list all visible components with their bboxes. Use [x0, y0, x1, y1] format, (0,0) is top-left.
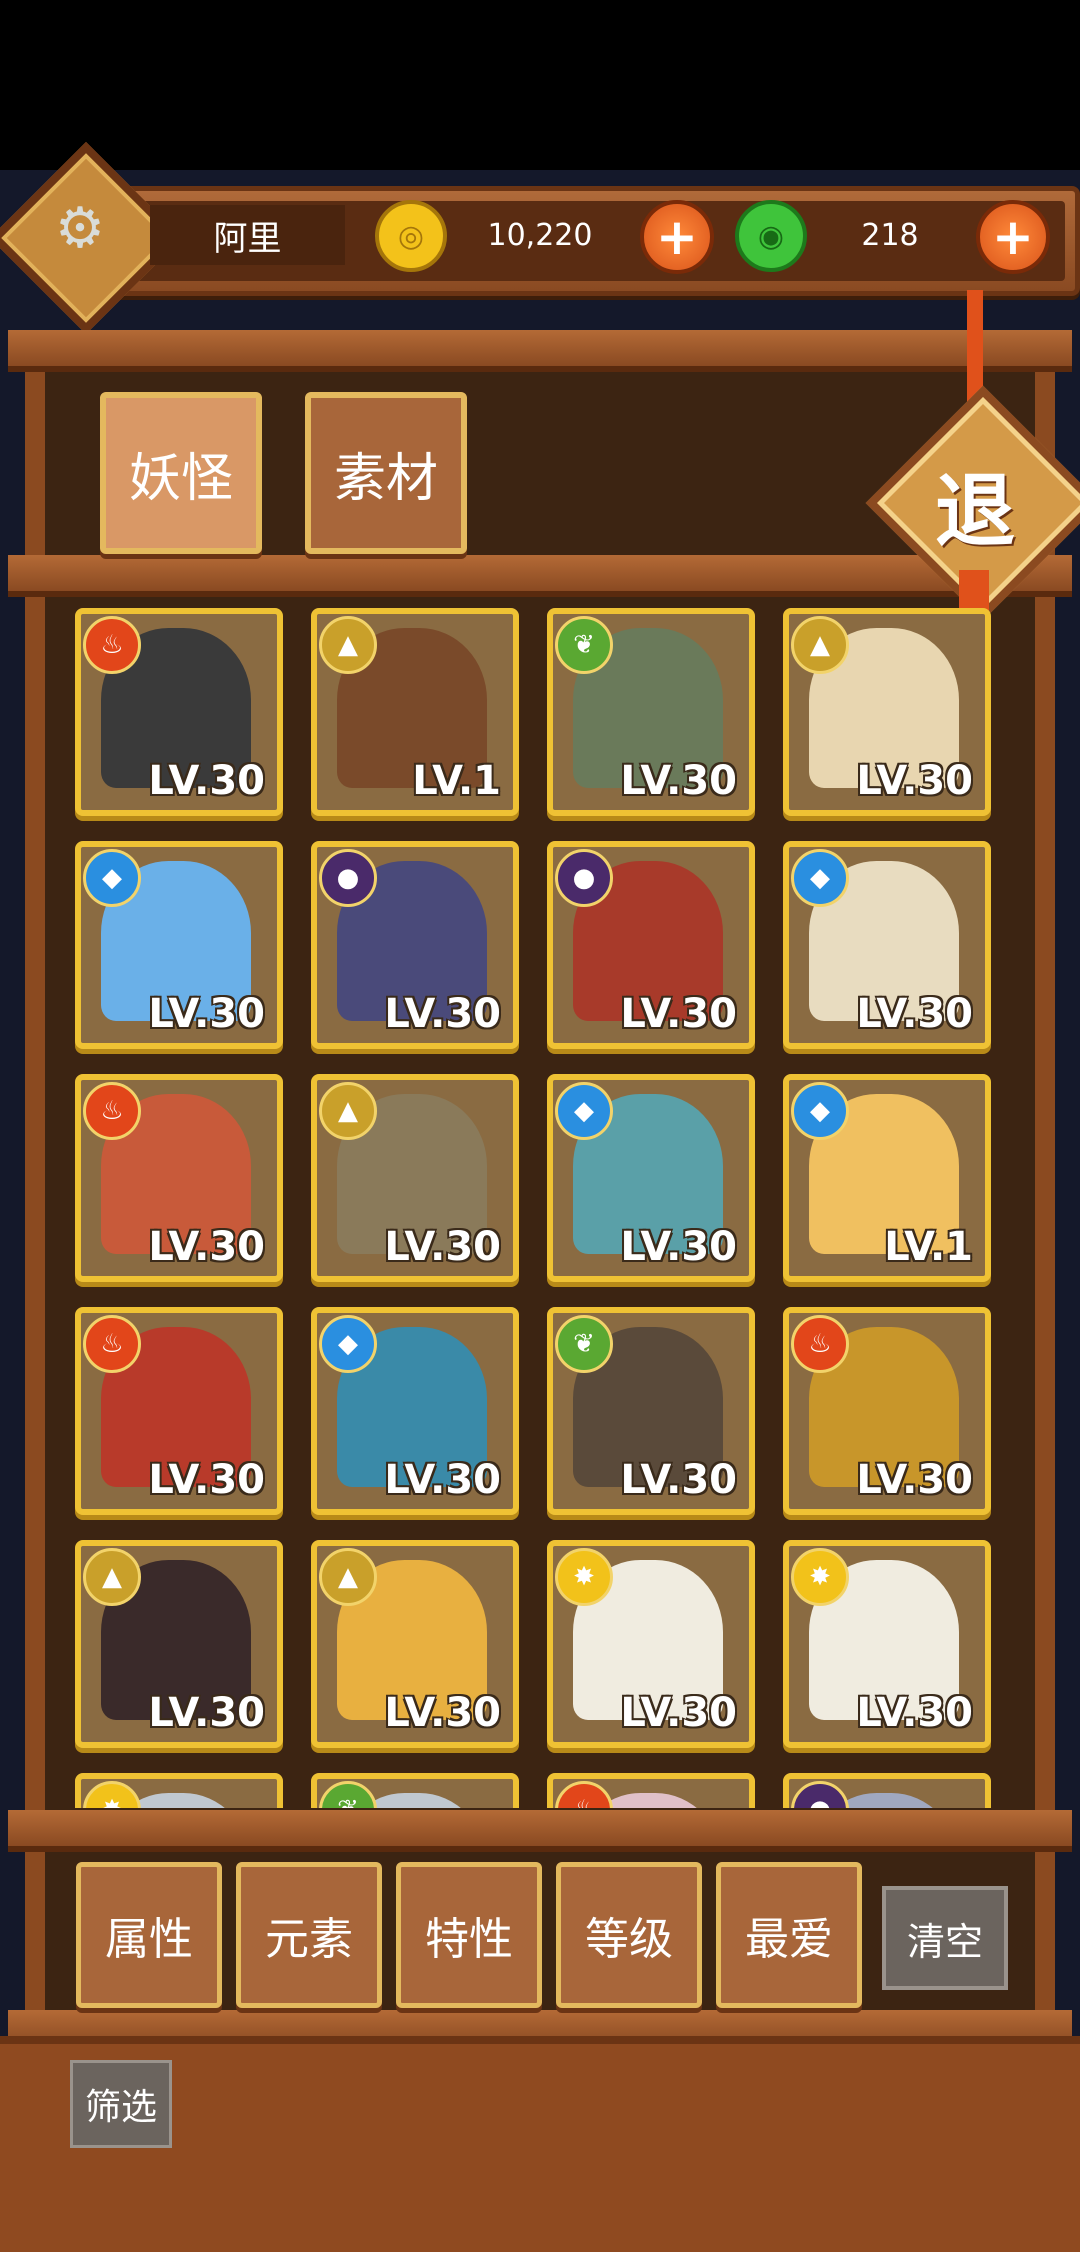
monster-card[interactable]: ◆ LV.30 [783, 841, 991, 1049]
player-name: 阿里 [150, 205, 345, 265]
monster-card[interactable]: ♨ LV.30 [75, 608, 283, 816]
monster-card[interactable]: ❦ [311, 1773, 519, 1808]
monster-card[interactable]: ▲ LV.30 [311, 1540, 519, 1748]
monster-level: LV.30 [384, 1457, 501, 1503]
dark-element-icon: ● [791, 1781, 849, 1808]
fire-element-icon: ♨ [83, 1082, 141, 1140]
monster-level: LV.30 [148, 991, 265, 1037]
monster-card[interactable]: ● LV.30 [311, 841, 519, 1049]
filter-level-button[interactable]: 等级 [556, 1862, 702, 2008]
monster-card[interactable]: ◆ LV.30 [75, 841, 283, 1049]
filter-trait-button[interactable]: 特性 [396, 1862, 542, 2008]
water-element-icon: ◆ [791, 1082, 849, 1140]
status-area [0, 0, 1080, 170]
add-jade-button[interactable]: + [976, 200, 1050, 274]
add-gold-button[interactable]: + [640, 200, 714, 274]
monster-card[interactable]: ♨ LV.30 [783, 1307, 991, 1515]
exit-button[interactable]: 退 [905, 455, 1045, 558]
water-element-icon: ◆ [791, 849, 849, 907]
monster-level: LV.1 [412, 758, 501, 804]
monster-level: LV.30 [384, 991, 501, 1037]
light-element-icon: ✸ [555, 1548, 613, 1606]
water-element-icon: ◆ [555, 1082, 613, 1140]
monster-card[interactable]: ♨ LV.30 [75, 1307, 283, 1515]
monster-level: LV.30 [148, 758, 265, 804]
filter-attribute-button[interactable]: 属性 [76, 1862, 222, 2008]
monster-level: LV.30 [620, 1224, 737, 1270]
water-element-icon: ◆ [319, 1315, 377, 1373]
jade-amount: 218 [861, 217, 919, 253]
monster-level: LV.30 [148, 1690, 265, 1736]
monster-card[interactable]: ▲ LV.1 [311, 608, 519, 816]
wood-element-icon: ❦ [319, 1781, 377, 1808]
monster-level: LV.30 [856, 1457, 973, 1503]
monster-card[interactable]: ✸ [75, 1773, 283, 1808]
monster-level: LV.30 [384, 1690, 501, 1736]
shelf-beam-top [8, 330, 1072, 372]
filter-button[interactable]: 筛选 [70, 2060, 172, 2148]
monster-card[interactable]: ◆ LV.30 [547, 1074, 755, 1282]
monster-card[interactable]: ▲ LV.30 [75, 1540, 283, 1748]
monster-level: LV.30 [148, 1457, 265, 1503]
monster-level: LV.30 [620, 758, 737, 804]
clear-button[interactable]: 清空 [882, 1886, 1008, 1990]
dark-element-icon: ● [555, 849, 613, 907]
monster-level: LV.30 [384, 1224, 501, 1270]
earth-element-icon: ▲ [319, 616, 377, 674]
jade-icon: ◉ [735, 200, 807, 272]
earth-element-icon: ▲ [319, 1548, 377, 1606]
monster-card[interactable]: ✸ LV.30 [783, 1540, 991, 1748]
light-element-icon: ✸ [791, 1548, 849, 1606]
monster-level: LV.30 [620, 991, 737, 1037]
monster-level: LV.30 [856, 991, 973, 1037]
earth-element-icon: ▲ [319, 1082, 377, 1140]
monster-card[interactable]: ♨ LV.30 [75, 1074, 283, 1282]
tab-materials[interactable]: 素材 [305, 392, 467, 554]
monster-card[interactable]: ◆ LV.1 [783, 1074, 991, 1282]
monster-card[interactable]: ● [783, 1773, 991, 1808]
shelf-beam-tabs [8, 555, 1072, 597]
earth-element-icon: ▲ [791, 616, 849, 674]
monster-level: LV.30 [148, 1224, 265, 1270]
monster-level: LV.1 [884, 1224, 973, 1270]
shelf-beam-grid-bottom [8, 1810, 1072, 1852]
fire-element-icon: ♨ [83, 616, 141, 674]
dark-element-icon: ● [319, 849, 377, 907]
monster-level: LV.30 [620, 1457, 737, 1503]
wood-element-icon: ❦ [555, 616, 613, 674]
monster-card[interactable]: ❦ LV.30 [547, 608, 755, 816]
monster-card[interactable]: ▲ LV.30 [783, 608, 991, 816]
tab-monsters[interactable]: 妖怪 [100, 392, 262, 554]
monster-card[interactable]: ◆ LV.30 [311, 1307, 519, 1515]
monster-card[interactable]: ✸ LV.30 [547, 1540, 755, 1748]
monster-card[interactable]: ♨ [547, 1773, 755, 1808]
monster-grid: ♨ LV.30 ▲ LV.1 ❦ LV.30 ▲ LV.30 ◆ LV.30 ● LV.30 ● LV.3… [75, 608, 997, 1808]
water-element-icon: ◆ [83, 849, 141, 907]
gold-amount: 10,220 [487, 217, 593, 253]
fire-element-icon: ♨ [555, 1781, 613, 1808]
fire-element-icon: ♨ [83, 1315, 141, 1373]
monster-level: LV.30 [620, 1690, 737, 1736]
avatar-icon[interactable]: ⚙ [30, 178, 130, 278]
monster-card[interactable]: ● LV.30 [547, 841, 755, 1049]
fire-element-icon: ♨ [791, 1315, 849, 1373]
filter-favorite-button[interactable]: 最爱 [716, 1862, 862, 2008]
monster-card[interactable]: ❦ LV.30 [547, 1307, 755, 1515]
gold-coin-icon: ◎ [375, 200, 447, 272]
monster-level: LV.30 [856, 1690, 973, 1736]
light-element-icon: ✸ [83, 1781, 141, 1808]
monster-card[interactable]: ▲ LV.30 [311, 1074, 519, 1282]
filter-element-button[interactable]: 元素 [236, 1862, 382, 2008]
wood-element-icon: ❦ [555, 1315, 613, 1373]
monster-level: LV.30 [856, 758, 973, 804]
earth-element-icon: ▲ [83, 1548, 141, 1606]
